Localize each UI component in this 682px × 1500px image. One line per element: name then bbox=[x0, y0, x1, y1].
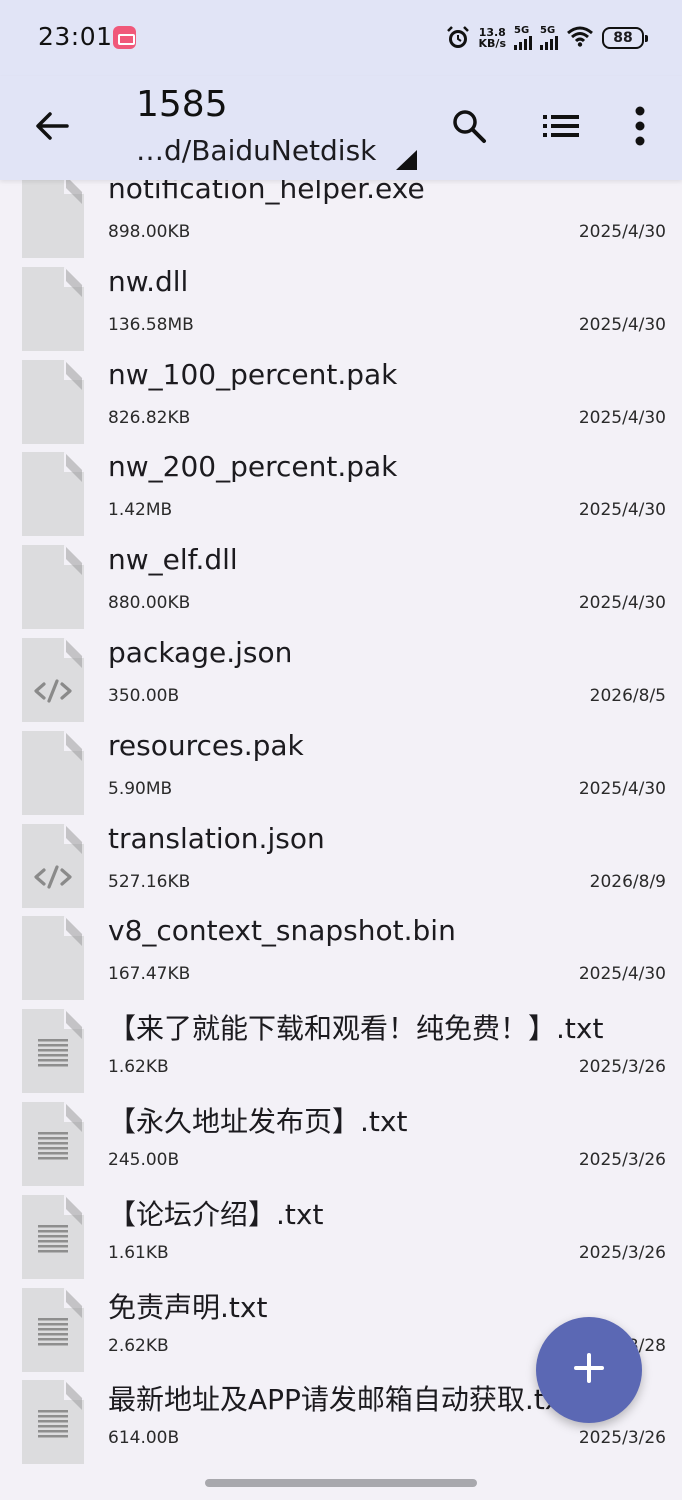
status-icons: 13.8 KB/s 5G 5G 88 bbox=[445, 24, 648, 52]
file-date: 2026/8/9 bbox=[589, 871, 666, 892]
file-name: nw_elf.dll bbox=[108, 543, 238, 577]
app-notification-icon bbox=[113, 26, 136, 49]
file-name: 【论坛介绍】.txt bbox=[108, 1197, 324, 1231]
file-date: 2025/4/30 bbox=[578, 964, 666, 985]
file-name: nw.dll bbox=[108, 264, 189, 298]
file-size: 826.82KB bbox=[108, 407, 191, 428]
file-name: package.json bbox=[108, 636, 293, 669]
file-row[interactable]: resources.pak 5.90MB 2025/4/30 bbox=[0, 727, 682, 820]
file-size: 880.00KB bbox=[108, 593, 191, 614]
file-date: 2025/4/30 bbox=[578, 500, 666, 521]
file-date: 2025/4/30 bbox=[578, 407, 666, 428]
back-button[interactable] bbox=[28, 104, 76, 152]
battery-indicator: 88 bbox=[602, 27, 648, 49]
file-row[interactable]: v8_context_snapshot.bin 167.47KB 2025/4/30 bbox=[0, 912, 682, 1005]
file-icon bbox=[22, 545, 84, 630]
app-bar: 1585 …d/BaiduNetdisk bbox=[0, 76, 682, 180]
file-name: v8_context_snapshot.bin bbox=[108, 914, 456, 948]
file-icon bbox=[22, 359, 84, 444]
file-date: 2025/4/30 bbox=[578, 593, 666, 614]
file-name: notification_helper.exe bbox=[108, 178, 425, 205]
file-date: 2025/3/26 bbox=[578, 1242, 666, 1263]
file-name: 免责声明.txt bbox=[108, 1290, 268, 1324]
file-row[interactable]: nw_200_percent.pak 1.42MB 2025/4/30 bbox=[0, 448, 682, 541]
file-date: 2025/4/30 bbox=[578, 778, 666, 799]
text-file-icon bbox=[22, 1194, 84, 1279]
file-name: nw_200_percent.pak bbox=[108, 450, 398, 484]
file-row[interactable]: notification_helper.exe 898.00KB 2025/4/30 bbox=[0, 178, 682, 263]
file-icon bbox=[22, 178, 84, 258]
file-size: 2.62KB bbox=[108, 1335, 169, 1356]
file-row[interactable]: nw_elf.dll 880.00KB 2025/4/30 bbox=[0, 541, 682, 634]
file-list[interactable]: notification_helper.exe 898.00KB 2025/4/30… bbox=[0, 178, 682, 1500]
file-row[interactable]: 【论坛介绍】.txt 1.61KB 2025/3/26 bbox=[0, 1191, 682, 1284]
more-options-button[interactable] bbox=[614, 102, 666, 154]
file-date: 2025/3/26 bbox=[578, 1057, 666, 1078]
more-vert-icon bbox=[634, 106, 646, 150]
file-name: 最新地址及APP请发邮箱自动获取.txt bbox=[108, 1383, 573, 1417]
file-size: 1.42MB bbox=[108, 500, 173, 521]
file-date: 2025/4/30 bbox=[578, 222, 666, 242]
wifi-icon bbox=[566, 25, 594, 51]
file-name: translation.json bbox=[108, 821, 325, 855]
signal-2-label: 5G bbox=[540, 25, 556, 36]
file-row[interactable]: 【永久地址发布页】.txt 245.00B 2025/3/26 bbox=[0, 1098, 682, 1191]
signal-1-label: 5G bbox=[514, 25, 530, 36]
search-button[interactable] bbox=[443, 102, 495, 154]
file-icon bbox=[22, 452, 84, 537]
alarm-icon bbox=[445, 25, 471, 51]
text-file-icon bbox=[22, 1009, 84, 1094]
status-bar: 23:01 13.8 KB/s 5G 5G 88 bbox=[0, 0, 682, 76]
signal-bars-icon bbox=[540, 36, 558, 50]
file-icon bbox=[22, 916, 84, 1001]
file-size: 614.00B bbox=[108, 1428, 180, 1449]
file-icon bbox=[22, 730, 84, 815]
view-mode-button[interactable] bbox=[535, 102, 587, 154]
file-row[interactable]: nw_100_percent.pak 826.82KB 2025/4/30 bbox=[0, 356, 682, 449]
code-file-icon bbox=[22, 823, 84, 908]
file-size: 167.47KB bbox=[108, 964, 191, 985]
text-file-icon bbox=[22, 1287, 84, 1372]
home-indicator[interactable] bbox=[205, 1479, 477, 1487]
folder-title: 1585 bbox=[136, 84, 228, 125]
file-size: 136.58MB bbox=[108, 314, 194, 335]
file-row[interactable]: 【来了就能下载和观看！纯免费！】.txt 1.62KB 2025/3/26 bbox=[0, 1005, 682, 1098]
file-name: 【来了就能下载和观看！纯免费！】.txt bbox=[108, 1012, 604, 1046]
file-size: 527.16KB bbox=[108, 871, 191, 892]
file-size: 350.00B bbox=[108, 686, 180, 706]
file-size: 1.61KB bbox=[108, 1242, 169, 1263]
file-name: resources.pak bbox=[108, 728, 304, 762]
file-date: 2026/8/5 bbox=[589, 686, 666, 706]
signal-1: 5G bbox=[514, 26, 532, 50]
folder-path[interactable]: …d/BaiduNetdisk bbox=[136, 134, 376, 167]
list-view-icon bbox=[543, 114, 579, 142]
file-name: 【永久地址发布页】.txt bbox=[108, 1105, 408, 1138]
file-date: 2025/3/26 bbox=[578, 1428, 666, 1449]
status-time: 23:01 bbox=[38, 22, 113, 51]
text-file-icon bbox=[22, 1380, 84, 1465]
code-file-icon bbox=[22, 638, 84, 722]
plus-icon bbox=[574, 1353, 604, 1387]
file-size: 5.90MB bbox=[108, 778, 173, 799]
back-arrow-icon bbox=[35, 111, 69, 145]
file-name: nw_100_percent.pak bbox=[108, 357, 398, 391]
search-icon bbox=[451, 108, 487, 148]
file-date: 2025/4/30 bbox=[578, 314, 666, 335]
file-date: 2025/3/26 bbox=[578, 1150, 666, 1170]
signal-2: 5G bbox=[540, 26, 558, 50]
file-row[interactable]: package.json 350.00B 2026/8/5 bbox=[0, 634, 682, 727]
file-size: 1.62KB bbox=[108, 1057, 169, 1078]
file-size: 245.00B bbox=[108, 1150, 180, 1170]
file-size: 898.00KB bbox=[108, 222, 191, 242]
file-row[interactable]: nw.dll 136.58MB 2025/4/30 bbox=[0, 263, 682, 356]
signal-bars-icon bbox=[514, 36, 532, 50]
net-speed-unit: KB/s bbox=[478, 37, 506, 50]
path-dropdown-icon[interactable] bbox=[396, 150, 417, 170]
net-speed: 13.8 KB/s bbox=[479, 27, 506, 49]
file-icon bbox=[22, 266, 84, 351]
add-button[interactable] bbox=[536, 1317, 642, 1423]
text-file-icon bbox=[22, 1102, 84, 1186]
file-row[interactable]: translation.json 527.16KB 2026/8/9 bbox=[0, 820, 682, 913]
